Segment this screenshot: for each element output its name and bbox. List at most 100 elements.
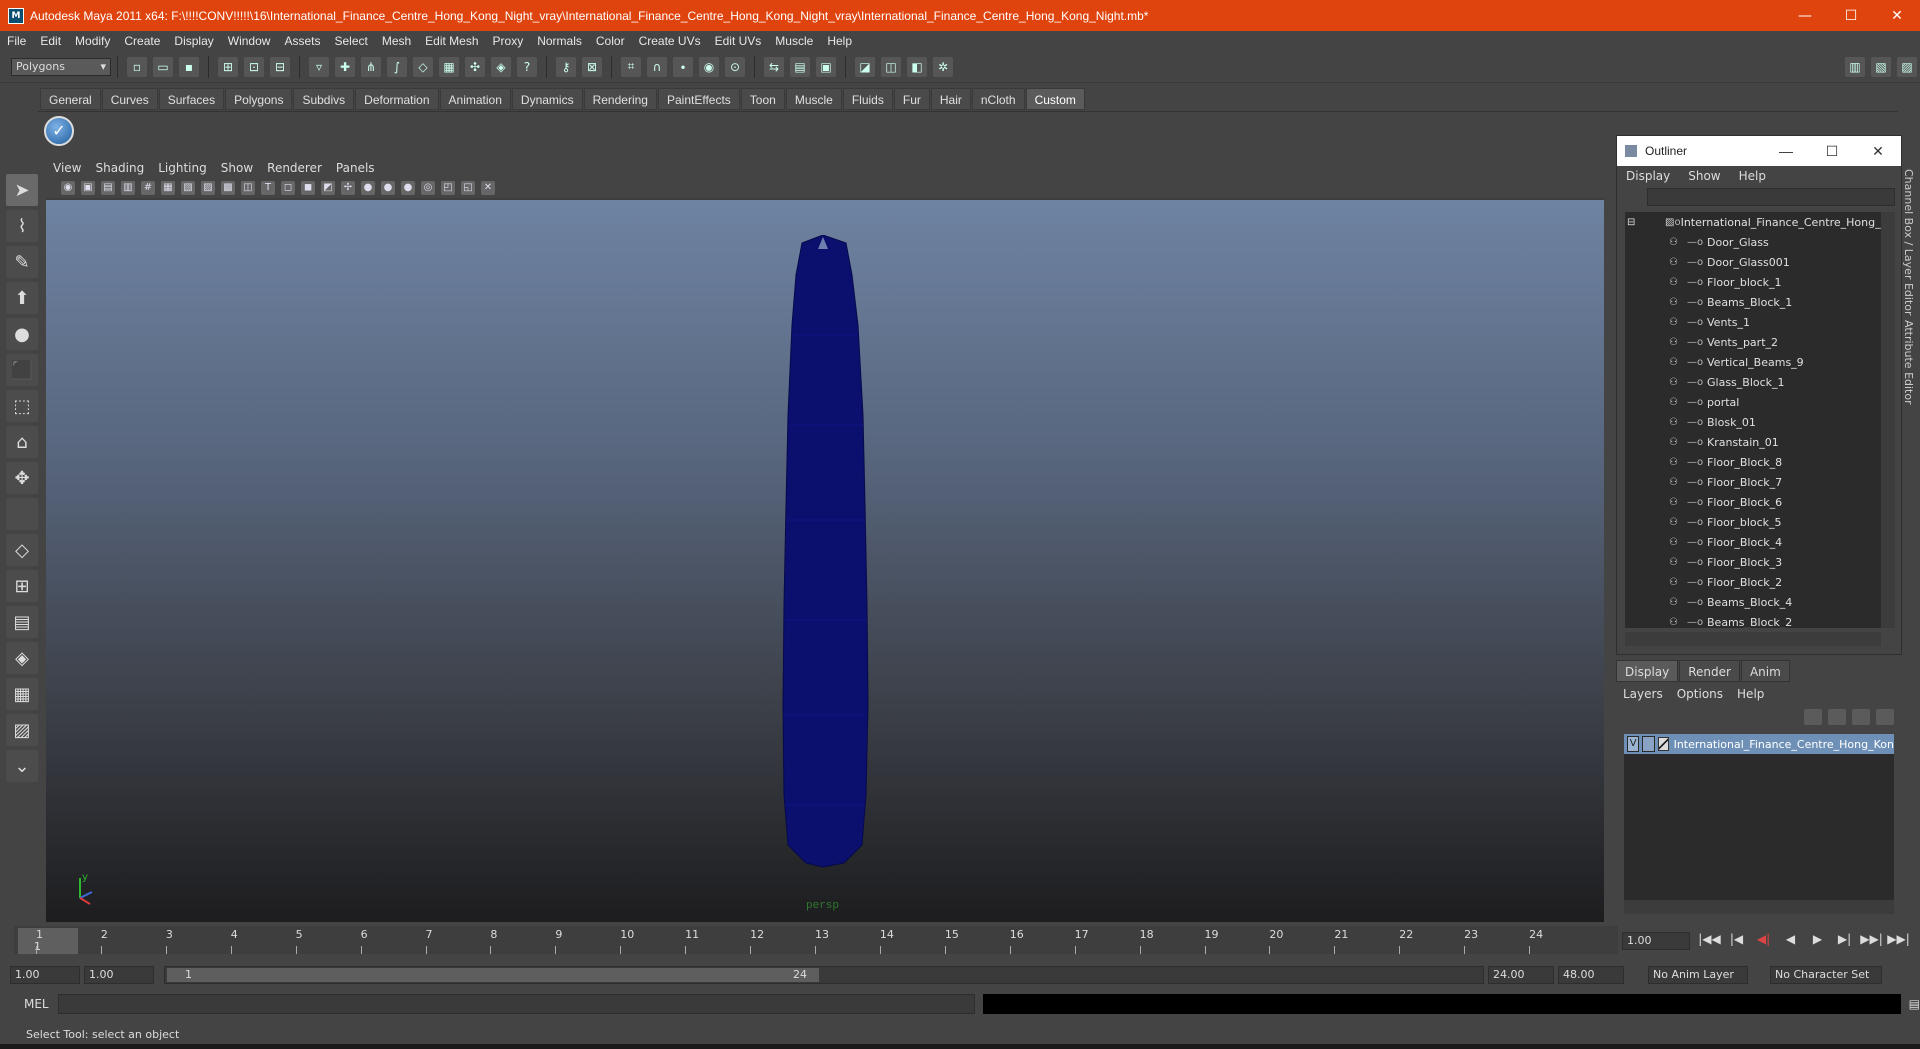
list-item[interactable]: ⚇ —o Glass_Block_1 [1625,372,1881,392]
make-live-icon[interactable]: ⊙ [725,56,745,77]
toggle-attribute-editor-icon[interactable]: ▥ [1845,56,1865,77]
list-item[interactable]: ⚇ —o Floor_block_5 [1625,512,1881,532]
tab-painteffects[interactable]: PaintEffects [657,88,740,110]
tab-polygons[interactable]: Polygons [225,88,293,110]
menu-create[interactable]: Create [117,34,167,48]
menu-color[interactable]: Color [589,34,632,48]
shadows-icon[interactable]: ● [401,181,415,195]
toggle-channel-box-icon[interactable]: ▨ [1897,56,1917,77]
anim-layer-dropdown[interactable]: No Anim Layer [1648,966,1748,984]
four-view-layout-icon[interactable]: ⊞ [6,570,38,602]
outliner-root-item[interactable]: ⊟ ▨ o International_Finance_Centre_Hong_Ko [1625,212,1881,232]
list-item[interactable]: ⚇ —o Door_Glass [1625,232,1881,252]
outliner-menu-display[interactable]: Display [1617,169,1679,183]
select-tool-icon[interactable]: ➤ [6,174,38,206]
menu-muscle[interactable]: Muscle [768,34,820,48]
layer-visibility-toggle[interactable]: V [1627,736,1640,752]
menu-window[interactable]: Window [221,34,278,48]
layer-menu-layers[interactable]: Layers [1616,687,1670,701]
persp-graph-layout-icon[interactable]: ◈ [6,642,38,674]
open-scene-icon[interactable]: ▭ [153,56,173,77]
layer-horizontal-scrollbar[interactable] [1624,900,1894,914]
command-language-label[interactable]: MEL [24,997,58,1011]
attribute-editor-tab[interactable]: Attribute Editor [1902,320,1915,405]
step-back-key-icon[interactable]: |◀ [1723,932,1750,946]
tab-fluids[interactable]: Fluids [842,88,893,110]
hypershade-layout-icon[interactable]: ▦ [6,678,38,710]
tab-custom[interactable]: Custom [1025,88,1085,110]
tab-fur[interactable]: Fur [893,88,930,110]
list-item[interactable]: ⚇ —o Blosk_01 [1625,412,1881,432]
lasso-tool-icon[interactable]: ⌇ [6,210,38,242]
select-hierarchy-icon[interactable]: ⊞ [218,56,238,77]
list-item[interactable]: ⚇ —o Floor_Block_8 [1625,452,1881,472]
list-item[interactable]: ⚇ —o Floor_block_1 [1625,272,1881,292]
tab-deformation[interactable]: Deformation [355,88,439,110]
snap-point-icon[interactable]: ∙ [673,56,693,77]
select-object-icon[interactable]: ⊡ [244,56,264,77]
camera-select-icon[interactable]: ◉ [61,181,75,195]
menu-edit[interactable]: Edit [33,34,68,48]
list-item[interactable]: ⚇ —o Door_Glass001 [1625,252,1881,272]
menu-mesh[interactable]: Mesh [375,34,418,48]
mask-icon[interactable]: ▿ [309,56,329,77]
layer-menu-options[interactable]: Options [1670,687,1730,701]
outliner-menu-show[interactable]: Show [1679,169,1729,183]
tab-muscle[interactable]: Muscle [785,88,842,110]
bookmark-icon[interactable]: ▤ [101,181,115,195]
camera-attributes-icon[interactable]: ▣ [81,181,95,195]
outliner-minimize-button[interactable]: — [1763,136,1809,166]
select-component-icon[interactable]: ⊟ [270,56,290,77]
play-backward-icon[interactable]: ◀ [1777,932,1804,946]
layer-type-toggle[interactable] [1642,736,1655,752]
building-model[interactable] [766,235,881,875]
collapse-icon[interactable]: ⊟ [1627,217,1635,228]
snap-view-plane-icon[interactable]: ◉ [699,56,719,77]
tab-anim-layers[interactable]: Anim [1740,660,1790,682]
playback-end-field[interactable]: 24.00 [1488,966,1554,984]
safe-title-icon[interactable]: T [261,181,275,195]
select-joint-icon[interactable]: ⋔ [361,56,381,77]
wireframe-icon[interactable]: ◻ [281,181,295,195]
scale-tool-icon[interactable]: ⬛ [6,354,38,386]
select-curve-icon[interactable]: ∫ [387,56,407,77]
channel-box-tab[interactable]: Channel Box / Layer Editor [1902,169,1915,316]
animation-end-field[interactable]: 48.00 [1558,966,1624,984]
select-deformer-icon[interactable]: ▦ [439,56,459,77]
step-forward-key-icon[interactable]: ▶▶| [1858,932,1885,946]
highlight-selection-icon[interactable]: ⊠ [582,56,602,77]
xray-icon[interactable]: ◰ [441,181,455,195]
soft-mod-tool-icon[interactable]: ⌂ [6,426,38,458]
list-item[interactable]: ⚇ —o Kranstain_01 [1625,432,1881,452]
select-render-icon[interactable]: ◈ [491,56,511,77]
isolate-select-icon[interactable]: ◎ [421,181,435,195]
list-item[interactable]: ⚇ —o Floor_Block_4 [1625,532,1881,552]
list-item[interactable]: ⚇ —o Vents_1 [1625,312,1881,332]
menu-proxy[interactable]: Proxy [486,34,531,48]
current-frame-field[interactable]: 1.00 [1622,932,1690,950]
menu-modify[interactable]: Modify [68,34,117,48]
move-layer-up-icon[interactable] [1804,709,1822,725]
menu-select[interactable]: Select [327,34,374,48]
tab-rendering[interactable]: Rendering [583,88,657,110]
play-forward-icon[interactable]: ▶ [1804,932,1831,946]
menu-edit-uvs[interactable]: Edit UVs [708,34,769,48]
layer-menu-help[interactable]: Help [1730,687,1771,701]
lock-selection-icon[interactable]: ⚷ [556,56,576,77]
render-frame-icon[interactable]: ◪ [855,56,875,77]
step-back-frame-icon[interactable]: ◀| [1750,932,1777,946]
more-layouts-icon[interactable]: ⌄ [6,750,38,782]
character-set-dropdown[interactable]: No Character Set [1770,966,1882,984]
construction-history-icon[interactable]: ▤ [790,56,810,77]
move-tool-icon[interactable]: ⬆ [6,282,38,314]
animation-start-field[interactable]: 1.00 [10,966,80,984]
viewport-menu-view[interactable]: View [46,161,88,175]
layer-row[interactable]: V International_Finance_Centre_Hong_Kon [1624,734,1894,754]
time-slider-track[interactable]: 1 1 2 3 4 5 6 7 8 9 10 11 12 13 14 15 16 17 18 19 20 21 22 23 2… [14,926,1618,954]
snap-curve-icon[interactable]: ∩ [647,56,667,77]
menu-normals[interactable]: Normals [530,34,589,48]
hud-icon[interactable]: ✕ [481,181,495,195]
viewport-menu-shading[interactable]: Shading [88,161,151,175]
move-layer-down-icon[interactable] [1828,709,1846,725]
input-output-icon[interactable]: ⇆ [764,56,784,77]
